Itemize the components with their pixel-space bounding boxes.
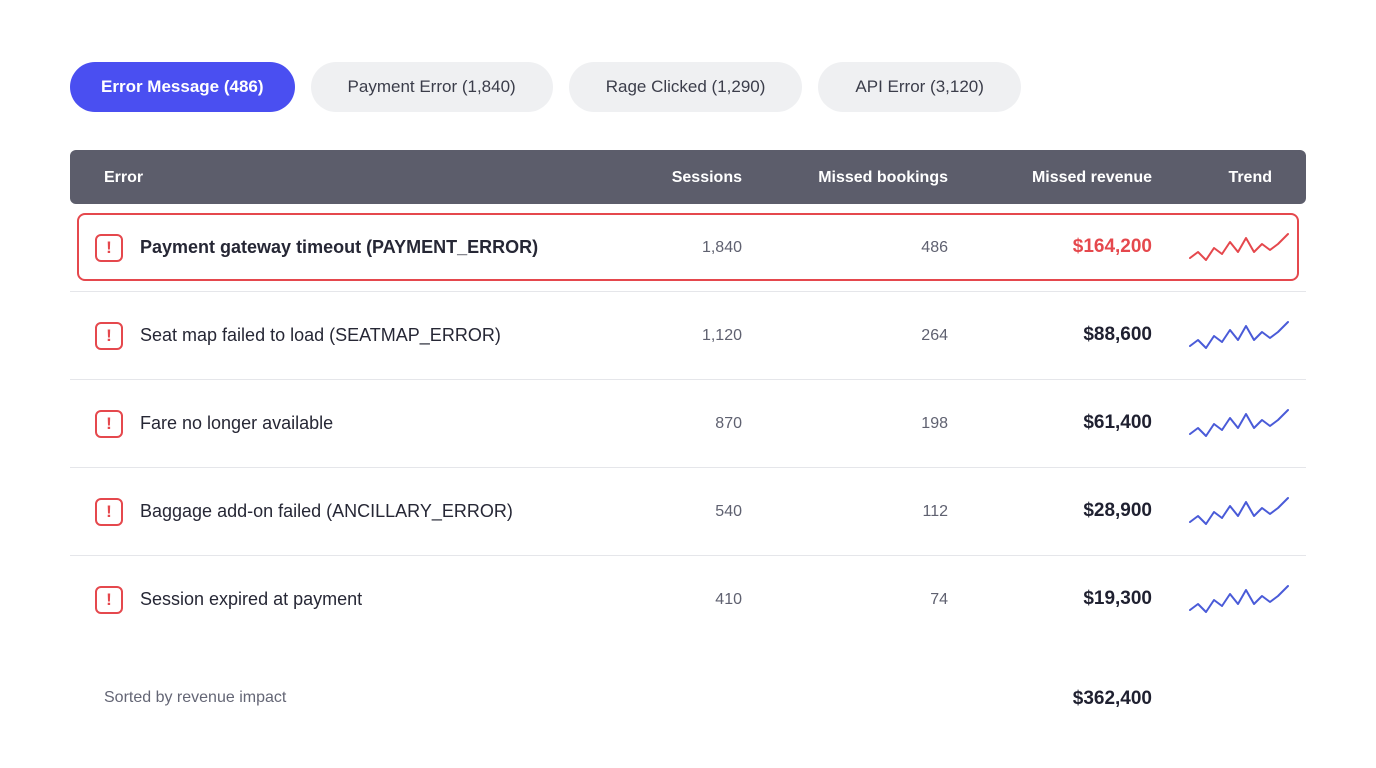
filter-payment-error[interactable]: Payment Error (1,840) <box>310 62 553 112</box>
missed-bookings-value: 112 <box>922 503 948 520</box>
total-missed-revenue: $362,400 <box>1072 688 1152 709</box>
error-label: Session expired at payment <box>140 589 363 609</box>
filter-error-message[interactable]: Error Message (486) <box>70 62 295 112</box>
sessions-value: 1,120 <box>701 327 742 344</box>
table-row[interactable]: ! Seat map failed to load (SEATMAP_ERROR… <box>70 292 1306 380</box>
error-label: Fare no longer available <box>140 413 334 433</box>
alert-icon: ! <box>95 586 123 614</box>
sessions-value: 540 <box>715 503 742 520</box>
header-error[interactable]: Error <box>104 169 143 187</box>
alert-icon: ! <box>95 322 123 350</box>
sessions-value: 1,840 <box>701 239 742 256</box>
table-row[interactable]: ! Fare no longer available 870 198 $61,4… <box>70 380 1306 468</box>
sessions-value: 870 <box>715 415 742 432</box>
header-sessions[interactable]: Sessions <box>672 169 742 187</box>
filter-rage-clicked[interactable]: Rage Clicked (1,290) <box>568 62 803 112</box>
page: Error Message (486) Payment Error (1,840… <box>0 0 1376 768</box>
sort-note: Sorted by revenue impact <box>104 689 287 706</box>
missed-revenue-value: $19,300 <box>1083 588 1152 609</box>
alert-icon: ! <box>95 498 123 526</box>
table-body: ! Payment gateway timeout (PAYMENT_ERROR… <box>70 204 1306 644</box>
sparkline-icon <box>1189 233 1289 261</box>
filter-tabs: Error Message (486) Payment Error (1,840… <box>70 62 1021 112</box>
table-row[interactable]: ! Session expired at payment 410 74 $19,… <box>70 556 1306 644</box>
errors-table: Error Sessions Missed bookings Missed re… <box>70 150 1306 644</box>
missed-bookings-value: 486 <box>921 239 948 256</box>
table-row[interactable]: ! Baggage add-on failed (ANCILLARY_ERROR… <box>70 468 1306 556</box>
sparkline-icon <box>1189 321 1289 349</box>
missed-revenue-value: $88,600 <box>1083 324 1152 345</box>
error-label: Baggage add-on failed (ANCILLARY_ERROR) <box>140 501 513 521</box>
sessions-value: 410 <box>715 591 742 608</box>
sparkline-icon <box>1189 585 1289 613</box>
alert-icon: ! <box>95 410 123 438</box>
error-label: Seat map failed to load (SEATMAP_ERROR) <box>140 325 501 345</box>
missed-revenue-value: $61,400 <box>1083 412 1152 433</box>
alert-icon: ! <box>95 234 123 262</box>
error-label: Payment gateway timeout (PAYMENT_ERROR) <box>140 237 539 257</box>
missed-bookings-value: 74 <box>930 591 948 608</box>
header-missed-revenue[interactable]: Missed revenue <box>1032 169 1152 187</box>
sparkline-icon <box>1189 409 1289 437</box>
missed-revenue-value: $28,900 <box>1083 500 1152 521</box>
filter-api-error[interactable]: API Error (3,120) <box>818 62 1021 112</box>
table-header: Error Sessions Missed bookings Missed re… <box>70 150 1306 204</box>
sparkline-icon <box>1189 497 1289 525</box>
missed-bookings-value: 198 <box>921 415 948 432</box>
header-trend: Trend <box>1228 169 1272 186</box>
missed-bookings-value: 264 <box>921 327 948 344</box>
header-missed-bookings[interactable]: Missed bookings <box>818 169 948 187</box>
missed-revenue-value: $164,200 <box>1072 236 1152 257</box>
table-row[interactable]: ! Payment gateway timeout (PAYMENT_ERROR… <box>70 204 1306 292</box>
